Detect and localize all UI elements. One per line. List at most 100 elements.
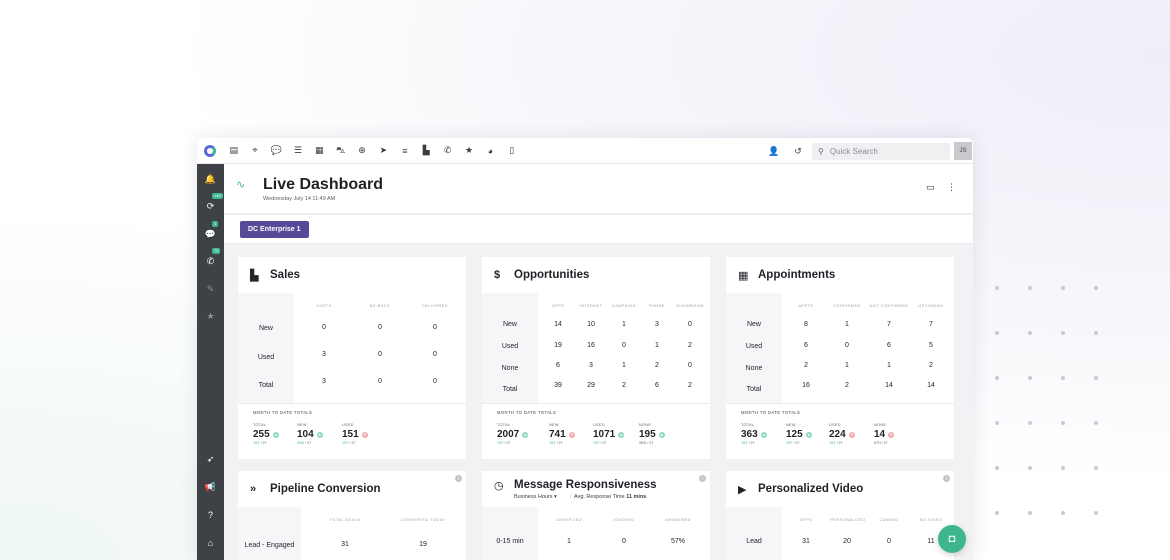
video-card: i ▶ Personalized Video OPPS PERSONALIZED…	[726, 471, 954, 560]
mtd-new: NEW 125 ▲ 1ST / 27	[786, 423, 812, 445]
sidebar-sync-icon[interactable]: ⟳ 145	[197, 193, 224, 215]
business-hours-dropdown[interactable]: Business Hours ▾	[514, 494, 557, 500]
mtd-rank-value: 3RD	[639, 441, 647, 445]
mtd-rank-value: 1ST	[786, 441, 793, 445]
table-cell: 3	[322, 351, 326, 358]
mtd-rank: 1ST / 27	[786, 441, 812, 445]
row-label: Total	[746, 386, 762, 393]
sidebar-rocket-icon[interactable]: ➶	[197, 450, 224, 468]
sidebar-star-icon[interactable]: ★	[197, 307, 224, 325]
document-icon[interactable]: ▯	[501, 138, 522, 164]
mtd-rank-value: 1ST	[741, 441, 748, 445]
row-label: New	[258, 325, 273, 332]
sidebar-bell-icon[interactable]: 🔔	[197, 170, 224, 188]
table-cell: 2	[688, 342, 692, 349]
store-filter-button[interactable]: DC Enterprise 1	[240, 221, 309, 238]
sidebar-help-icon[interactable]: ?	[197, 506, 224, 524]
mtd-rank-value: 1ST	[342, 441, 349, 445]
sidebar-phone-icon[interactable]: ✆ 75	[197, 248, 224, 270]
mtd-value: 195 ▲	[639, 429, 665, 440]
avatar[interactable]: JS	[954, 142, 972, 160]
mtd-label: USED	[593, 423, 605, 427]
history-icon[interactable]: ↺	[786, 138, 810, 164]
table-cell: 2	[845, 382, 849, 389]
chat-launcher-button[interactable]: ◘	[938, 525, 966, 553]
table-cell: 31	[802, 538, 810, 545]
sidebar-chat-icon[interactable]: 💬 1	[197, 221, 224, 243]
phone-icon[interactable]: ✆	[437, 138, 458, 164]
table-cell: 1	[655, 342, 659, 349]
table-cell: 1	[622, 362, 626, 369]
row-label: None	[501, 365, 519, 372]
table-cell: 1	[622, 321, 626, 328]
sidebar-wrench-icon[interactable]: ✎	[197, 280, 224, 298]
row-labels	[482, 507, 538, 560]
table-cell: 0	[378, 378, 382, 385]
column-header: NO VIDEO	[919, 518, 943, 522]
chat-bubble-icon: ◘	[948, 533, 956, 545]
sidebar-badge: 1	[212, 221, 219, 227]
mtd-rank-of: / 27	[556, 441, 563, 445]
zoom-icon[interactable]: ⊕	[351, 138, 372, 164]
column-header: OPPS	[551, 304, 565, 308]
chat-icon[interactable]: 💬	[266, 138, 287, 164]
search-icon: ⚲	[818, 146, 824, 156]
mtd-title: MONTH TO DATE TOTALS	[741, 410, 801, 415]
dropdown-value: Business Hours	[514, 494, 553, 500]
add-user-icon[interactable]: 👤	[762, 138, 786, 164]
mtd-label: TOTAL	[497, 423, 511, 427]
table-cell: 0	[688, 321, 692, 328]
card-title: Opportunities	[514, 269, 590, 281]
ordered-list-icon[interactable]: ≡	[394, 138, 415, 164]
list-icon[interactable]: ☰	[287, 138, 308, 164]
mtd-number: 363	[741, 429, 758, 440]
mtd-label: USED	[342, 423, 354, 427]
column-header: CONFIRMED	[833, 304, 861, 308]
row-label: New	[502, 321, 517, 328]
table-cell: 1	[845, 362, 849, 369]
card-header: » Pipeline Conversion	[238, 471, 466, 507]
car-icon[interactable]: ⛍	[330, 138, 351, 164]
table-cell: 16	[802, 382, 810, 389]
display-icon[interactable]: ▭	[926, 182, 935, 193]
trend-down-icon: ▼	[848, 431, 855, 438]
calendar-icon[interactable]: ▦	[309, 138, 330, 164]
table-cell: 2	[622, 382, 626, 389]
star-icon[interactable]: ★	[458, 138, 479, 164]
column-header: UPCOMING	[918, 304, 944, 308]
mtd-label: NEW	[297, 423, 307, 427]
mtd-number: 125	[786, 429, 803, 440]
trend-down-icon: ▼	[888, 431, 895, 438]
mtd-total: TOTAL 363 ▲ 1ST / 27	[741, 423, 767, 445]
more-icon[interactable]: ⋮	[947, 182, 956, 193]
logo[interactable]	[197, 138, 223, 164]
column-header: PERSONALIZED	[830, 518, 866, 522]
calculator-icon[interactable]: ▤	[223, 138, 244, 164]
chart-icon[interactable]: ▙	[416, 138, 437, 164]
mtd-number: 104	[297, 429, 314, 440]
calendar-icon: ▦	[738, 269, 749, 282]
search-input[interactable]: ⚲ Quick Search	[812, 142, 950, 160]
table-cell: 14	[885, 382, 893, 389]
table-cell: 6	[887, 342, 891, 349]
mtd-label: NEW	[786, 423, 796, 427]
trend-up-icon: ▲	[522, 431, 529, 438]
opportunities-card: $ Opportunities OPPS INTERNET CAMPAIGN P…	[482, 257, 710, 459]
gauge-icon[interactable]: ◕	[480, 138, 501, 164]
crosshair-icon[interactable]: ⌖	[244, 138, 265, 164]
mtd-used: USED 224 ▼ 1ST / 27	[829, 423, 855, 445]
row-label: Total	[258, 382, 274, 389]
table-cell: 0	[322, 324, 326, 331]
card-header: ▶ Personalized Video	[726, 471, 954, 507]
send-icon[interactable]: ➤	[373, 138, 394, 164]
sidebar-bank-icon[interactable]: ⌂	[197, 534, 224, 552]
mtd-rank: 1ST / 27	[829, 441, 855, 445]
table-cell: 0	[622, 342, 626, 349]
double-chevron-icon: »	[250, 483, 257, 495]
page-subtitle: Wednesday July 14 11:49 AM	[263, 196, 336, 202]
table-cell: 6	[556, 362, 560, 369]
mtd-label: USED	[829, 423, 841, 427]
column-header: OPPS	[799, 518, 813, 522]
sidebar-megaphone-icon[interactable]: 📢	[197, 478, 224, 496]
mtd-rank-of: / 27	[748, 441, 755, 445]
